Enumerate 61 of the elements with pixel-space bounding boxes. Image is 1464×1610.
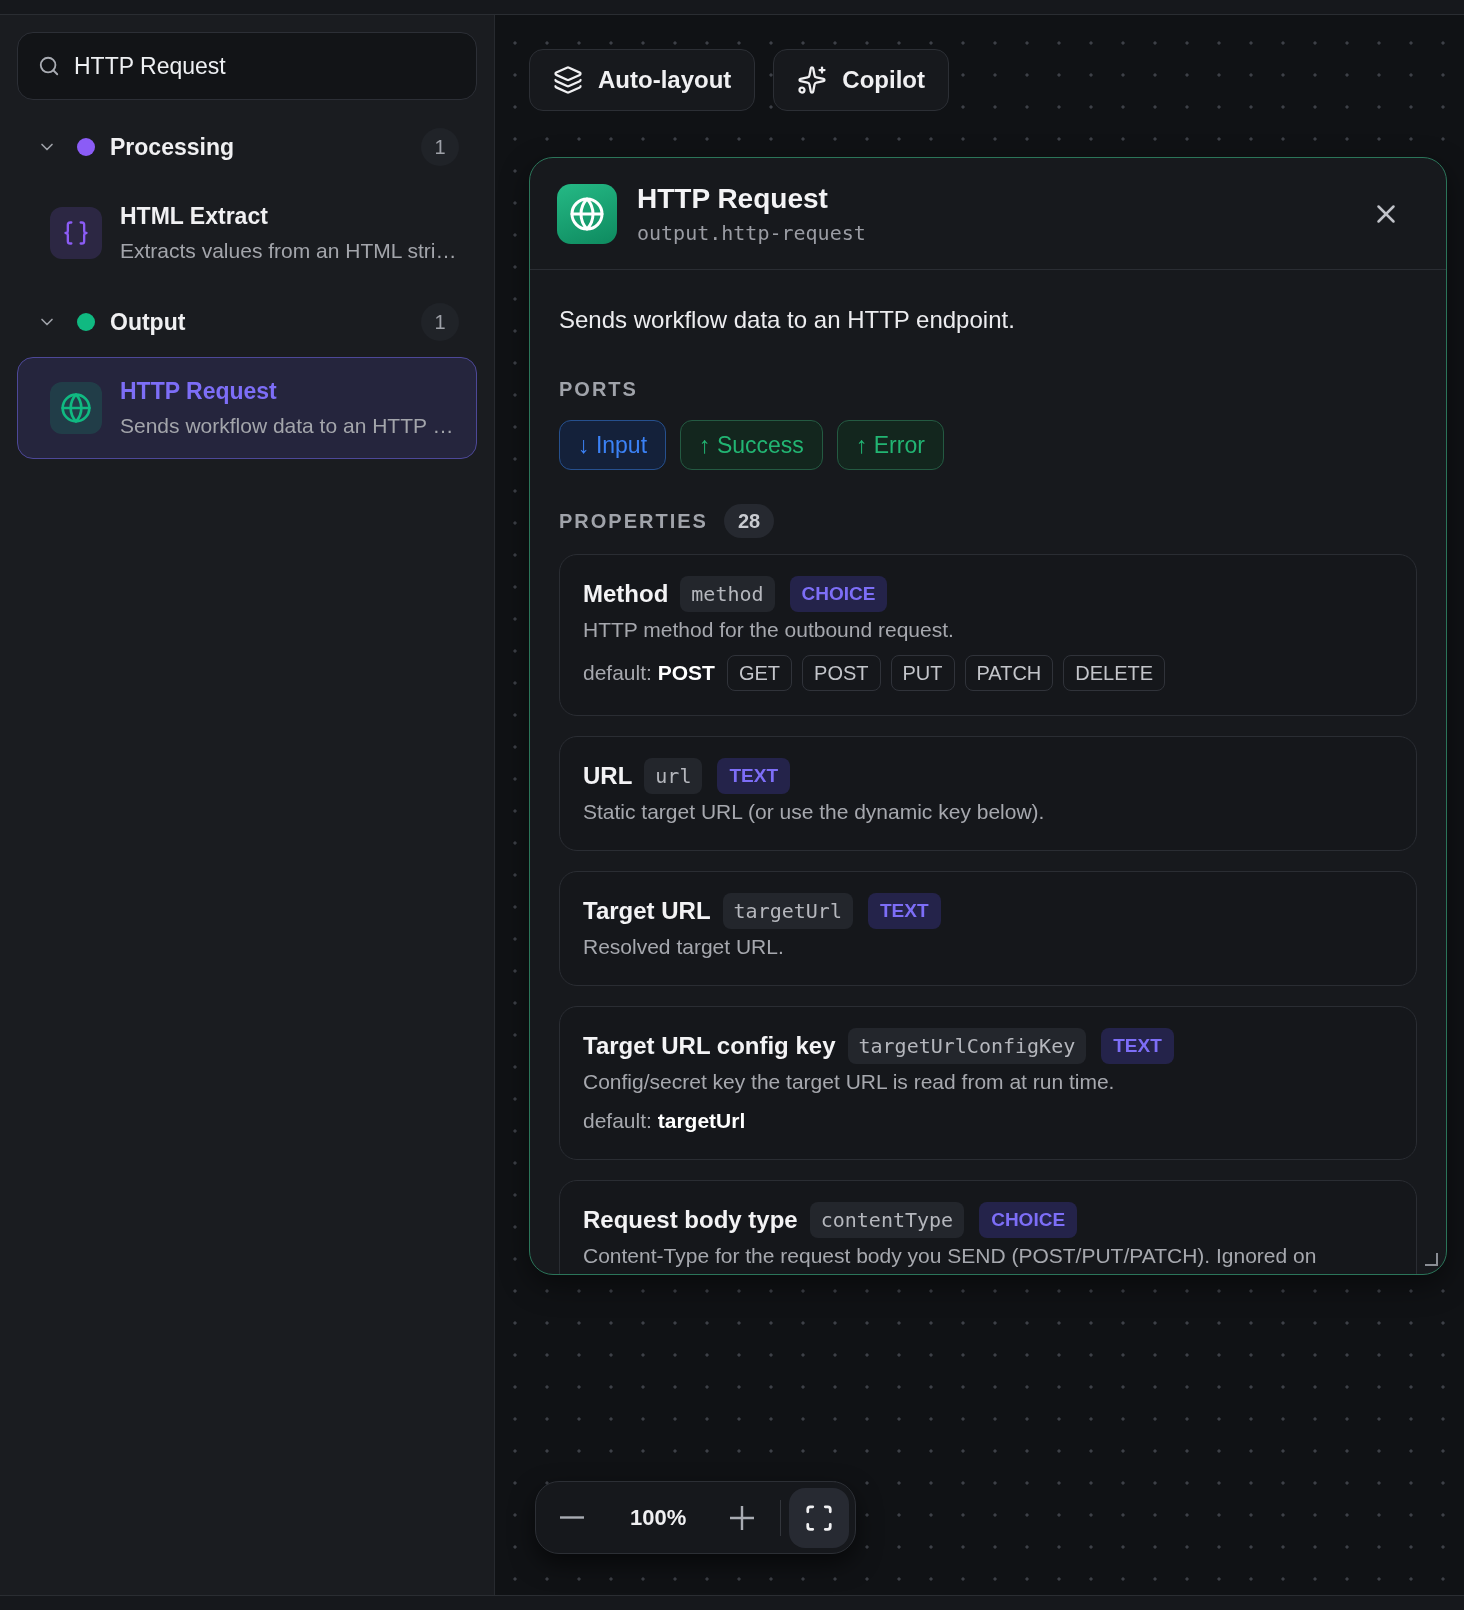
port-badge: ↑ Success — [680, 420, 823, 470]
node-list-item[interactable]: HTTP Request Sends workflow data to an HTTP … — [17, 357, 477, 459]
zoom-level: 100% — [630, 1504, 687, 1531]
panel-title: HTTP Request — [637, 181, 828, 216]
key-badge: method — [680, 576, 775, 612]
node-description: Sends workflow data to an HTTP … — [120, 413, 454, 439]
toolbar-button[interactable]: Auto-layout — [529, 49, 756, 111]
node-title: HTTP Request — [120, 377, 278, 406]
search-icon — [38, 55, 60, 77]
port-badge: ↓ Input — [559, 420, 667, 470]
corners-icon — [804, 1502, 835, 1533]
node-title: HTML Extract — [120, 202, 269, 231]
property-name: Target URL config key — [583, 1032, 836, 1060]
type-badge: TEXT — [1101, 1028, 1174, 1064]
property-description: Content-Type for the request body you SEND (POST/PUT/PATCH). Ignored on — [583, 1243, 1318, 1269]
key-badge: targetUrlConfigKey — [847, 1028, 1087, 1064]
type-badge: CHOICE — [789, 576, 888, 612]
property-name: Target URL — [583, 897, 711, 925]
property-description: Resolved target URL. — [583, 934, 785, 960]
key-badge: targetUrl — [722, 893, 853, 929]
resize-handle-icon[interactable] — [1424, 1252, 1438, 1266]
layers-icon — [553, 65, 583, 95]
port-badge: ↑ Error — [836, 420, 944, 470]
sparkles-icon — [797, 65, 828, 95]
default-value: default: targetUrl — [583, 1109, 746, 1133]
count-badge: 1 — [421, 128, 459, 166]
property-name: Method — [583, 580, 669, 608]
count-badge: 1 — [421, 303, 459, 341]
search-field[interactable]: HTTP Request — [17, 32, 477, 100]
type-badge: CHOICE — [979, 1202, 1078, 1238]
fit-view-button[interactable] — [789, 1487, 850, 1548]
type-badge: TEXT — [867, 893, 941, 929]
plus-icon — [730, 1505, 755, 1530]
group-name: Output — [110, 308, 187, 336]
section-heading: PORTS — [559, 377, 638, 401]
group-name: Processing — [110, 133, 235, 161]
key-badge: contentType — [809, 1202, 965, 1238]
panel-description: Sends workflow data to an HTTP endpoint. — [559, 305, 1016, 335]
braces-icon — [50, 207, 102, 259]
property-description: Config/secret key the target URL is read from at run time. — [583, 1069, 1116, 1095]
option-badge: DELETE — [1063, 655, 1166, 691]
globe-icon — [557, 183, 617, 244]
option-badge: PUT — [890, 655, 955, 691]
globe-icon — [50, 382, 102, 434]
node-list-item[interactable]: HTML Extract Extracts values from an HTML stri… — [17, 182, 477, 284]
option-badge: PATCH — [964, 655, 1054, 691]
property-description: Static target URL (or use the dynamic key below). — [583, 799, 1046, 825]
count-badge: 28 — [723, 504, 775, 538]
panel-subtitle: output.http-request — [637, 219, 866, 246]
key-badge: url — [644, 758, 703, 794]
option-badge: POST — [802, 655, 881, 691]
property-description: HTTP method for the outbound request. — [583, 617, 955, 643]
node-description: Extracts values from an HTML stri… — [120, 238, 457, 264]
property-name: URL — [583, 762, 633, 790]
property-name: Request body type — [583, 1206, 798, 1234]
toolbar-button[interactable]: Copilot — [773, 49, 949, 111]
type-badge: TEXT — [717, 758, 790, 794]
section-heading: PROPERTIES — [559, 509, 708, 533]
option-badge: GET — [726, 655, 793, 691]
minus-icon — [560, 1516, 584, 1519]
default-value: default: POST — [583, 661, 715, 685]
